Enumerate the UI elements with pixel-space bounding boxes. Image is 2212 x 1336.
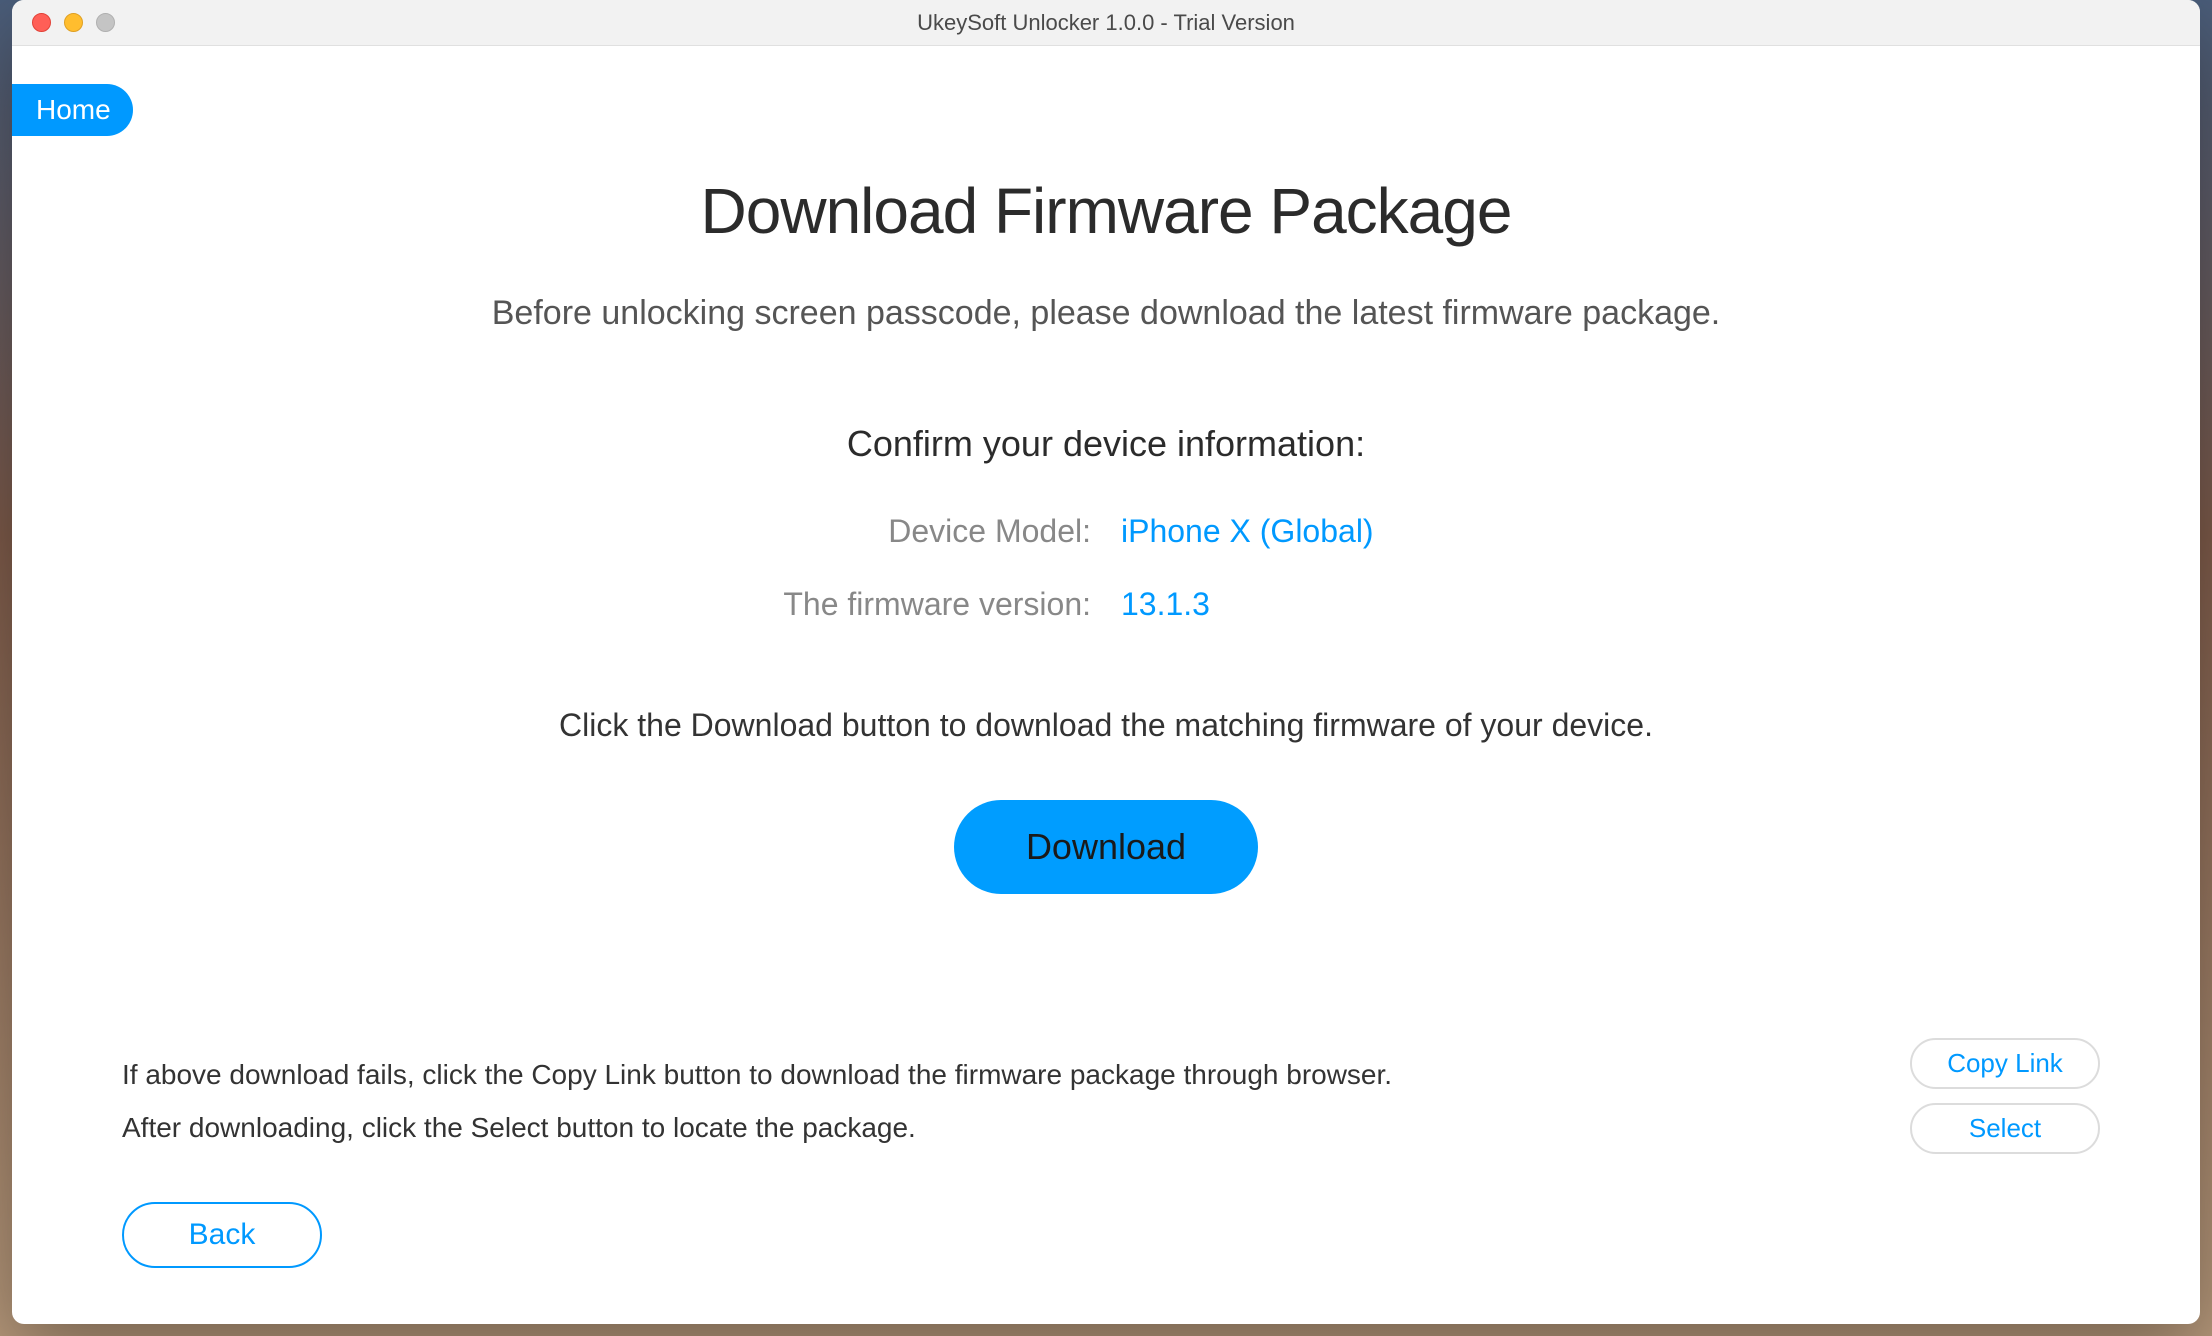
fallback-section: If above download fails, click the Copy …	[122, 1048, 2140, 1154]
content-area: Home Download Firmware Package Before un…	[12, 46, 2200, 1324]
fallback-line-2: After downloading, click the Select butt…	[122, 1101, 2140, 1154]
fallback-buttons: Copy Link Select	[1910, 1038, 2100, 1154]
download-button[interactable]: Download	[954, 800, 1258, 894]
app-window: UkeySoft Unlocker 1.0.0 - Trial Version …	[12, 0, 2200, 1324]
home-button[interactable]: Home	[12, 84, 133, 136]
firmware-version-label: The firmware version:	[656, 586, 1091, 623]
traffic-lights	[32, 13, 115, 32]
firmware-version-value[interactable]: 13.1.3	[1121, 586, 1556, 623]
device-model-label: Device Model:	[656, 513, 1091, 550]
window-title: UkeySoft Unlocker 1.0.0 - Trial Version	[917, 10, 1295, 36]
fallback-line-1: If above download fails, click the Copy …	[122, 1048, 2140, 1101]
back-button[interactable]: Back	[122, 1202, 322, 1268]
maximize-icon[interactable]	[96, 13, 115, 32]
page-subtitle: Before unlocking screen passcode, please…	[12, 294, 2200, 333]
download-instruction: Click the Download button to download th…	[12, 707, 2200, 744]
select-button[interactable]: Select	[1910, 1103, 2100, 1154]
copy-link-button[interactable]: Copy Link	[1910, 1038, 2100, 1089]
minimize-icon[interactable]	[64, 13, 83, 32]
device-info-grid: Device Model: iPhone X (Global) The firm…	[656, 513, 1556, 623]
page-title: Download Firmware Package	[12, 174, 2200, 248]
device-model-value[interactable]: iPhone X (Global)	[1121, 513, 1556, 550]
close-icon[interactable]	[32, 13, 51, 32]
titlebar: UkeySoft Unlocker 1.0.0 - Trial Version	[12, 0, 2200, 46]
confirm-heading: Confirm your device information:	[12, 423, 2200, 465]
